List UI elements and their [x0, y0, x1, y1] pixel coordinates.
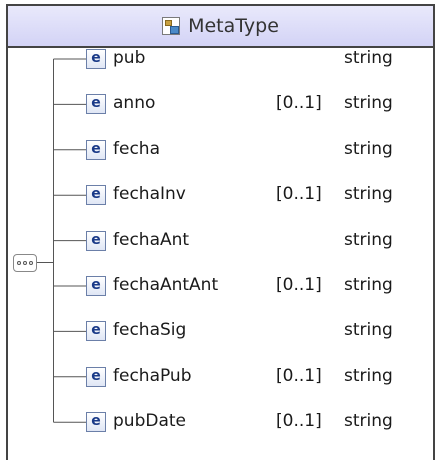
element-icon: e [86, 94, 106, 115]
element-occurrence: [0..1] [276, 184, 322, 205]
element-row[interactable]: e fecha string [8, 131, 433, 171]
element-type: string [344, 93, 393, 114]
element-name: fechaPub [113, 365, 192, 386]
element-occurrence: [0..1] [276, 411, 322, 432]
element-type: string [344, 138, 393, 159]
element-icon: e [86, 230, 106, 251]
complex-type-box: MetaType e pub string e anno [0..1] string e fec… [6, 4, 435, 460]
element-type: string [344, 184, 393, 205]
element-icon: e [86, 321, 106, 342]
element-icon: e [86, 49, 106, 69]
element-icon: e [86, 412, 106, 433]
element-name: fecha [113, 138, 160, 159]
element-type: string [344, 48, 393, 68]
element-occurrence: [0..1] [276, 93, 322, 114]
element-type: string [344, 411, 393, 432]
element-type: string [344, 275, 393, 295]
element-name: fechaInv [113, 184, 186, 205]
element-row[interactable]: e fechaSig string [8, 312, 433, 352]
element-name: fechaSig [113, 320, 187, 341]
element-name: fechaAntAnt [113, 275, 219, 295]
element-row[interactable]: e pub string [8, 40, 433, 80]
element-type: string [344, 229, 393, 250]
element-icon: e [86, 139, 106, 160]
element-type: string [344, 320, 393, 341]
element-icon: e [86, 276, 106, 296]
element-icon: e [86, 366, 106, 387]
element-occurrence: [0..1] [276, 365, 322, 386]
element-row[interactable]: e fechaInv [0..1] string [8, 176, 433, 216]
element-icon: e [86, 185, 106, 206]
element-name: pubDate [113, 411, 186, 432]
element-name: pub [113, 48, 146, 68]
element-name: anno [113, 93, 156, 114]
element-row[interactable]: e anno [0..1] string [8, 85, 433, 125]
element-row[interactable]: e pubDate [0..1] string [8, 403, 433, 443]
element-occurrence: [0..1] [276, 275, 322, 295]
element-row[interactable]: e fechaAntAnt [0..1] string [8, 267, 433, 307]
element-row[interactable]: e fechaAnt string [8, 222, 433, 262]
element-row[interactable]: e fechaPub [0..1] string [8, 358, 433, 398]
element-type: string [344, 365, 393, 386]
element-name: fechaAnt [113, 229, 190, 250]
